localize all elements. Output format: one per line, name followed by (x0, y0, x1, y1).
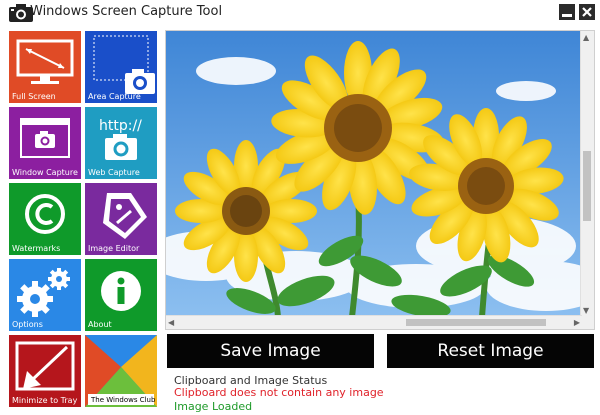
sunflowers-photo (166, 31, 582, 317)
image-editor-tile[interactable]: Image Editor (85, 183, 157, 255)
minimize-button[interactable] (559, 4, 575, 20)
about-label: About (88, 320, 112, 329)
clipboard-status-group: Clipboard and Image Status Clipboard doe… (167, 374, 595, 413)
save-image-button[interactable]: Save Image (167, 334, 374, 368)
about-tile[interactable]: About (85, 259, 157, 331)
close-icon (582, 7, 592, 17)
watermarks-tile[interactable]: Watermarks (9, 183, 81, 255)
vertical-scrollbar[interactable]: ▲ ▼ (580, 31, 594, 317)
full-screen-tile[interactable]: Full Screen (9, 31, 81, 103)
area-capture-label: Area Capture (88, 92, 141, 101)
vertical-scroll-thumb[interactable] (583, 151, 591, 221)
window-title: Windows Screen Capture Tool (30, 4, 223, 19)
full-screen-label: Full Screen (12, 92, 56, 101)
minimize-icon (562, 14, 572, 17)
scroll-up-icon[interactable]: ▲ (583, 31, 589, 44)
web-capture-url-text: http:// (99, 118, 142, 134)
image-preview-panel[interactable]: ▲ ▼ ◀ ▶ (165, 30, 595, 330)
scroll-right-icon[interactable]: ▶ (574, 316, 580, 329)
options-tile[interactable]: Options (9, 259, 81, 331)
minimize-to-tray-label: Minimize to Tray (12, 396, 78, 405)
the-windows-club-label: The Windows Club (91, 396, 156, 404)
horizontal-scroll-thumb[interactable] (406, 319, 546, 326)
horizontal-scrollbar[interactable]: ◀ ▶ (166, 315, 582, 329)
web-capture-label: Web Capture (88, 168, 140, 177)
window-capture-label: Window Capture (12, 168, 78, 177)
scroll-left-icon[interactable]: ◀ (168, 316, 174, 329)
reset-image-button[interactable]: Reset Image (387, 334, 594, 368)
scroll-down-icon[interactable]: ▼ (583, 304, 589, 317)
minimize-to-tray-tile[interactable]: Minimize to Tray (9, 335, 81, 407)
the-windows-club-tile[interactable]: The Windows Club (85, 335, 157, 407)
window-capture-tile[interactable]: Window Capture (9, 107, 81, 179)
clipboard-status-text: Clipboard does not contain any image (174, 386, 384, 399)
close-button[interactable] (579, 4, 595, 20)
watermarks-label: Watermarks (12, 244, 61, 253)
image-editor-label: Image Editor (88, 244, 140, 253)
web-capture-tile[interactable]: http:// Web Capture (85, 107, 157, 179)
title-bar: Windows Screen Capture Tool (0, 0, 600, 26)
image-status-text: Image Loaded (174, 400, 253, 413)
area-capture-tile[interactable]: Area Capture (85, 31, 157, 103)
options-label: Options (12, 320, 43, 329)
